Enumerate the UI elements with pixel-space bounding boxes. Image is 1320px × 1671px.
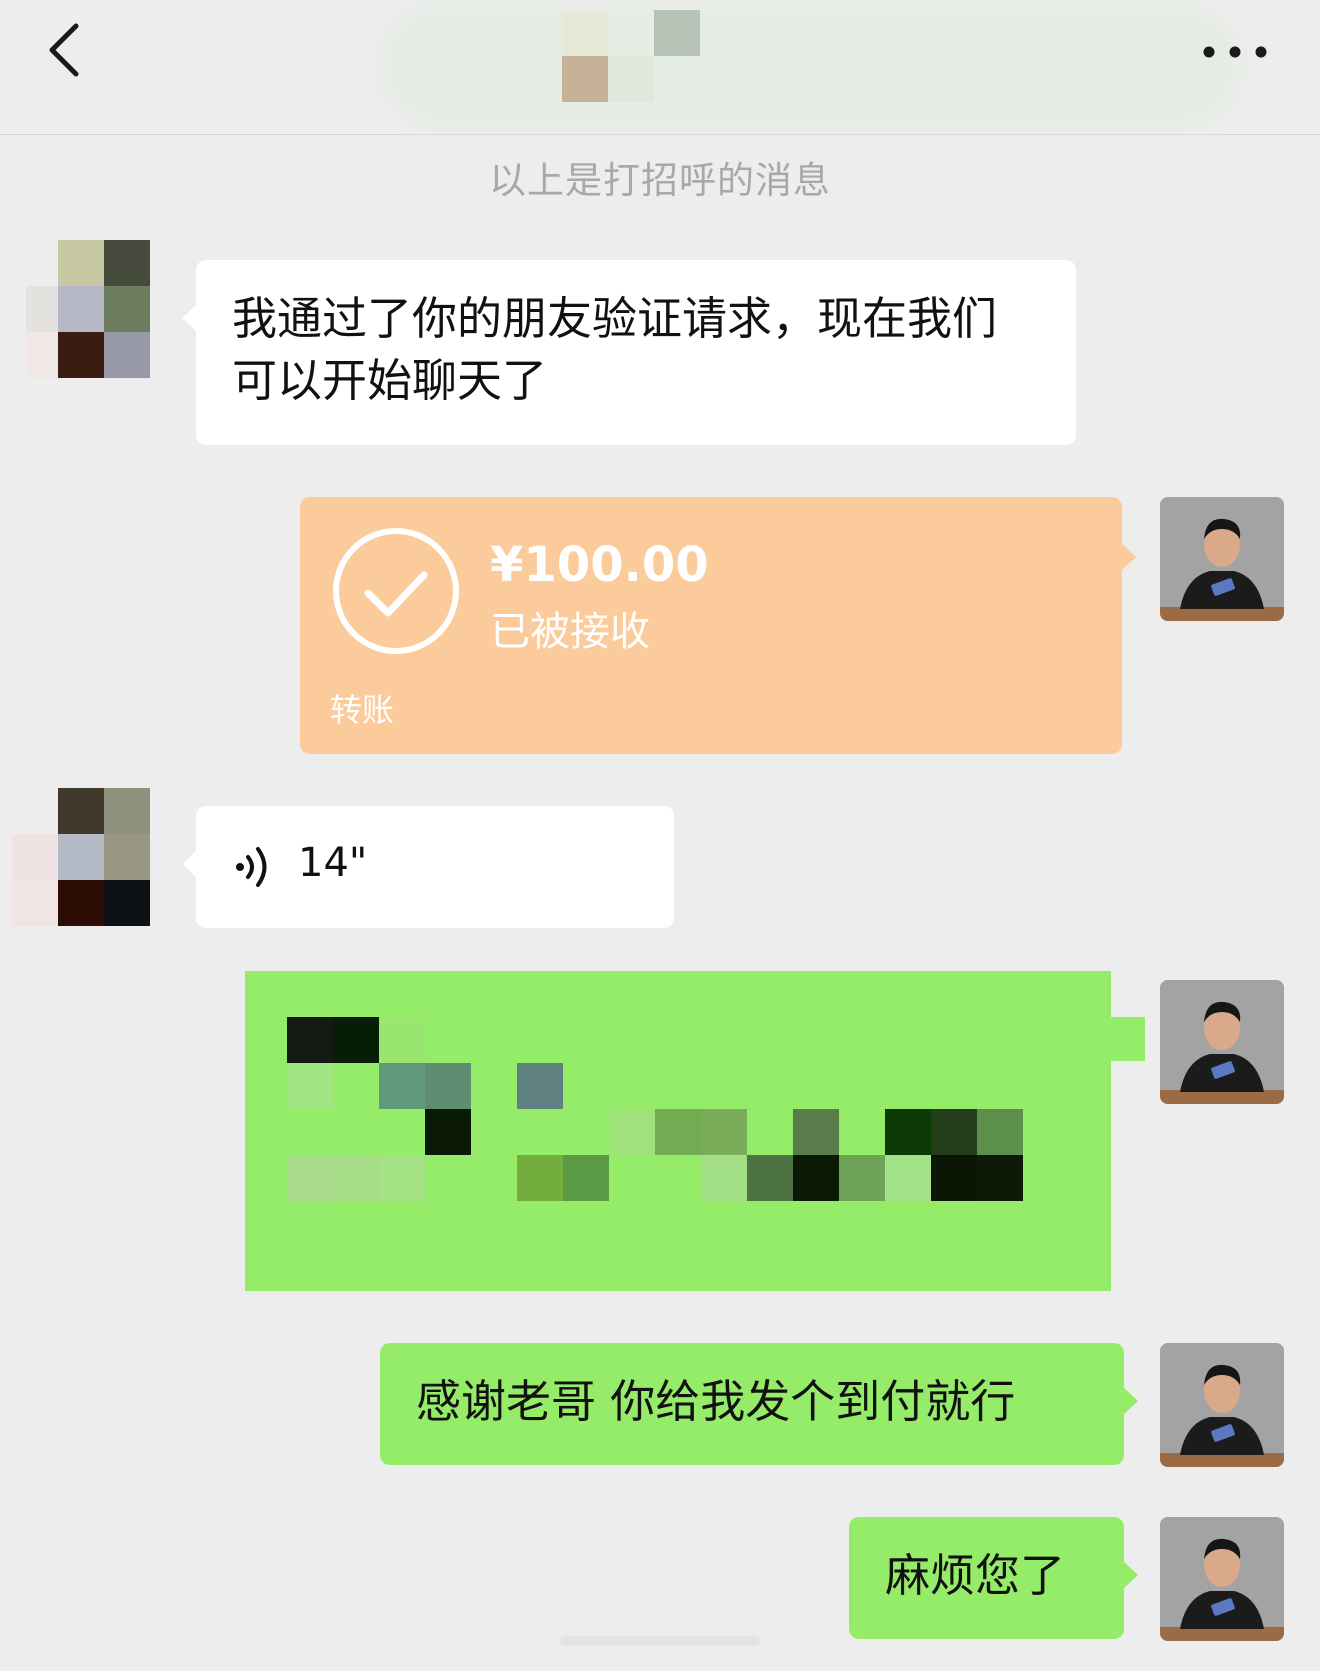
message-text: 我通过了你的朋友验证请求，现在我们可以开始聊天了 xyxy=(232,292,998,407)
system-message: 以上是打招呼的消息 xyxy=(489,159,831,202)
message-text: 感谢老哥 你给我发个到付就行 xyxy=(416,1375,1016,1428)
message-bubble-self[interactable]: 感谢老哥 你给我发个到付就行 xyxy=(380,1343,1138,1465)
message-bubble-friend[interactable]: 我通过了你的朋友验证请求，现在我们可以开始聊天了 xyxy=(182,260,1076,445)
avatar-photo xyxy=(1160,1343,1284,1467)
watermark-strip xyxy=(560,1636,760,1646)
avatar-photo xyxy=(1160,980,1284,1104)
message-text: 麻烦您了 xyxy=(885,1549,1066,1602)
chat-header xyxy=(0,0,1320,135)
chat-title-blurred xyxy=(320,0,1300,130)
more-options-button[interactable] xyxy=(1195,30,1275,74)
avatar-photo xyxy=(1160,1517,1284,1641)
transfer-card[interactable]: ¥100.00 已被接收 转账 xyxy=(300,497,1136,754)
message-bubble-self-redacted[interactable] xyxy=(245,971,1145,1291)
transfer-status: 已被接收 xyxy=(490,609,650,655)
my-avatar[interactable] xyxy=(1160,1343,1284,1467)
more-dots-icon xyxy=(1203,46,1267,58)
transfer-label: 转账 xyxy=(330,691,395,729)
back-button[interactable] xyxy=(38,20,98,80)
chevron-left-icon xyxy=(49,23,79,77)
check-circle-icon xyxy=(333,528,459,654)
friend-avatar[interactable] xyxy=(12,788,152,926)
avatar-photo xyxy=(1160,497,1284,621)
message-bubble-self[interactable]: 麻烦您了 xyxy=(849,1517,1138,1639)
my-avatar[interactable] xyxy=(1160,980,1284,1104)
my-avatar[interactable] xyxy=(1160,497,1284,621)
voice-duration: 14" xyxy=(298,840,368,886)
friend-avatar[interactable] xyxy=(26,240,150,378)
my-avatar[interactable] xyxy=(1160,1517,1284,1641)
voice-message[interactable]: 14" xyxy=(182,806,674,928)
voice-wave-icon xyxy=(236,847,267,887)
transfer-amount: ¥100.00 xyxy=(490,537,709,593)
